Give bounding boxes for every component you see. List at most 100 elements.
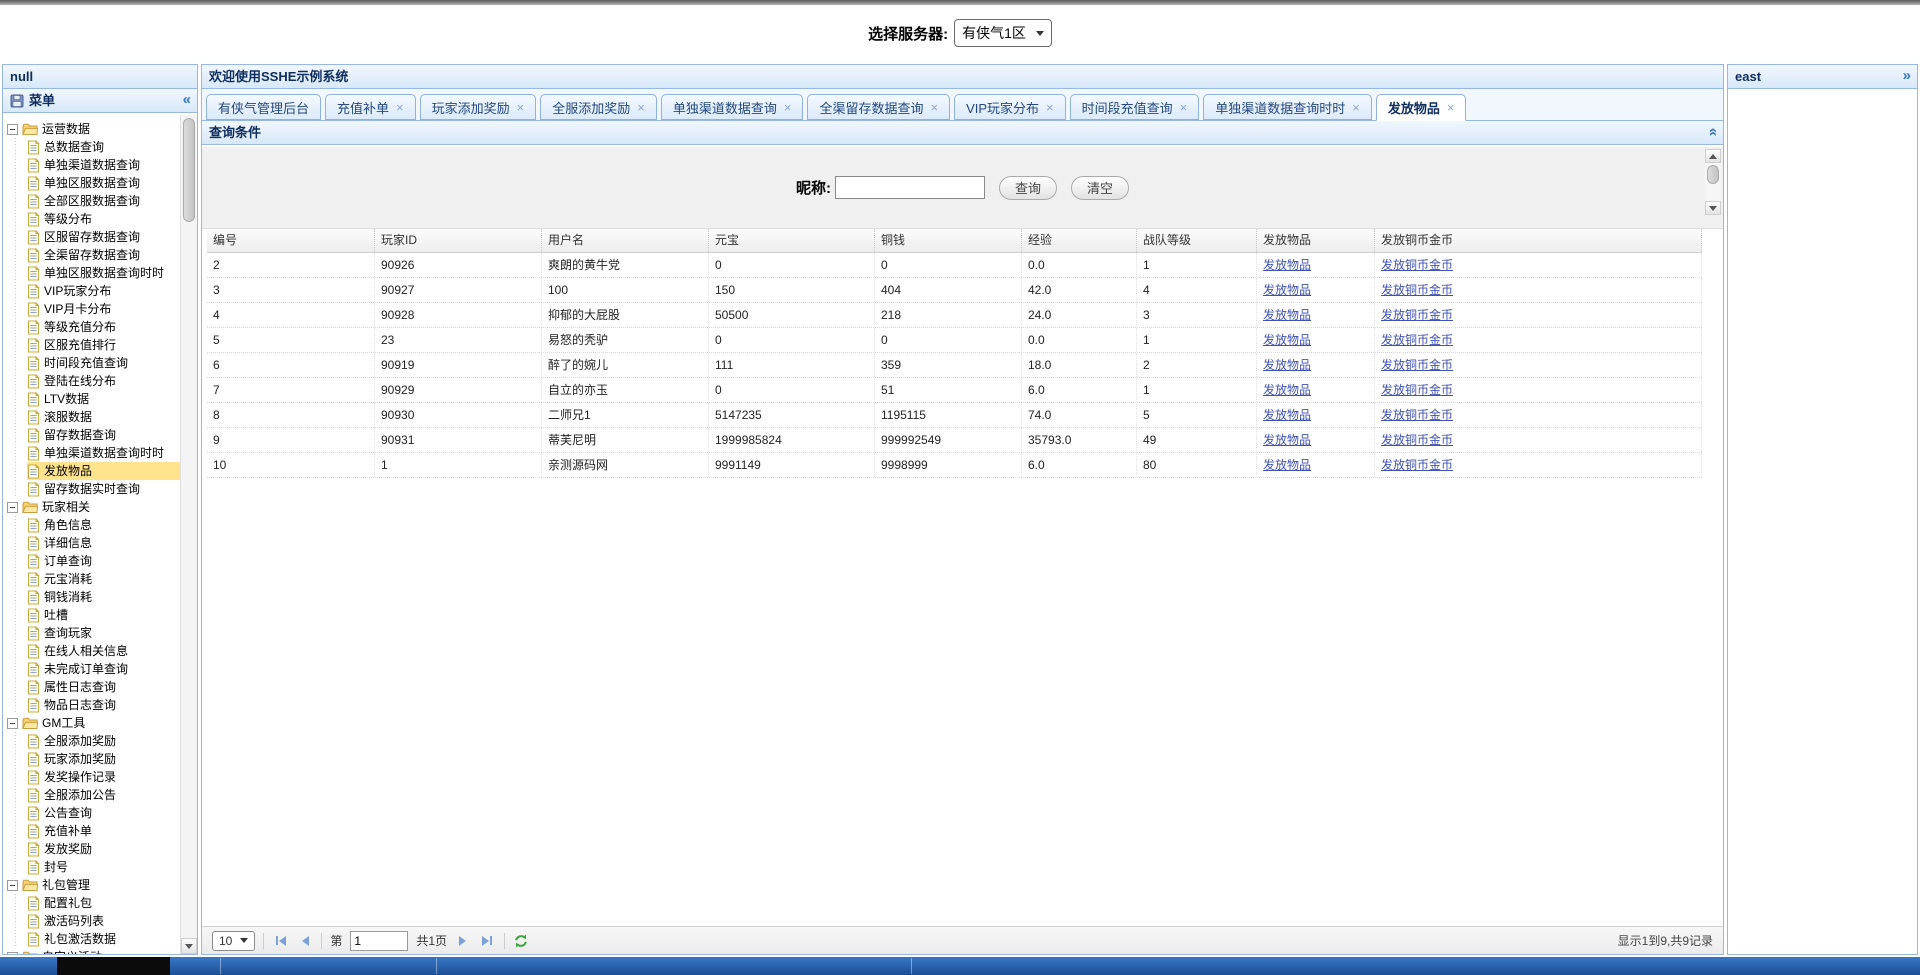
tab-close-icon[interactable]: × [930, 100, 938, 115]
menu-accordion-header[interactable]: 菜单 « [3, 89, 197, 113]
give-coin-link[interactable]: 发放铜币金币 [1381, 433, 1453, 447]
give-item-link[interactable]: 发放物品 [1263, 458, 1311, 472]
table-row[interactable]: 523易怒的秃驴000.01发放物品发放铜币金币 [207, 328, 1702, 353]
tree-item-row[interactable]: 元宝消耗 [27, 570, 180, 588]
tree-item-row[interactable]: 全部区服数据查询 [27, 192, 180, 210]
give-item-link[interactable]: 发放物品 [1263, 433, 1311, 447]
table-row[interactable]: 290926爽朗的黄牛党000.01发放物品发放铜币金币 [207, 253, 1702, 278]
east-collapse-icon[interactable]: » [1903, 65, 1911, 89]
tree-item-row[interactable]: 吐槽 [27, 606, 180, 624]
give-item-link[interactable]: 发放物品 [1263, 308, 1311, 322]
tree-item-row[interactable]: 在线人相关信息 [27, 642, 180, 660]
tree-item-row[interactable]: LTV数据 [27, 390, 180, 408]
tab-单独渠道数据查询[interactable]: 单独渠道数据查询× [661, 94, 804, 120]
give-coin-link[interactable]: 发放铜币金币 [1381, 333, 1453, 347]
tab-单独渠道数据查询时时[interactable]: 单独渠道数据查询时时× [1203, 94, 1372, 120]
page-number-input[interactable] [350, 931, 408, 951]
give-coin-link[interactable]: 发放铜币金币 [1381, 358, 1453, 372]
tree-item-row[interactable]: 留存数据查询 [27, 426, 180, 444]
give-coin-link[interactable]: 发放铜币金币 [1381, 283, 1453, 297]
tab-close-icon[interactable]: × [1046, 100, 1054, 115]
nickname-input[interactable] [835, 176, 985, 199]
page-size-select[interactable]: 10 [212, 931, 255, 951]
tree-item-row[interactable]: 单独区服数据查询 [27, 174, 180, 192]
tree-item-row[interactable]: 发放奖励 [27, 840, 180, 858]
tree-item-row[interactable]: 全渠留存数据查询 [27, 246, 180, 264]
tab-close-icon[interactable]: × [396, 100, 404, 115]
content-scrollbar[interactable] [1705, 149, 1721, 215]
content-scroll-up-button[interactable] [1705, 149, 1721, 163]
tree-item-row[interactable]: 物品日志查询 [27, 696, 180, 714]
search-button[interactable]: 查询 [999, 176, 1057, 200]
tree-item-row[interactable]: 礼包激活数据 [27, 930, 180, 948]
table-row[interactable]: 39092710015040442.04发放物品发放铜币金币 [207, 278, 1702, 303]
tree-item-row[interactable]: 时间段充值查询 [27, 354, 180, 372]
tree-item-row[interactable]: 激活码列表 [27, 912, 180, 930]
tree-item-row[interactable]: 滚服数据 [27, 408, 180, 426]
next-page-button[interactable] [455, 936, 470, 946]
tree-item-row[interactable]: 公告查询 [27, 804, 180, 822]
taskbar[interactable] [0, 957, 1920, 975]
give-coin-link[interactable]: 发放铜币金币 [1381, 258, 1453, 272]
server-select[interactable]: 有侠气1区 [954, 19, 1052, 47]
first-page-button[interactable] [272, 936, 290, 946]
tab-close-icon[interactable]: × [1180, 100, 1188, 115]
table-row[interactable]: 990931蒂芙尼明199998582499999254935793.049发放… [207, 428, 1702, 453]
accordion-collapse-icon[interactable]: « [183, 89, 191, 113]
refresh-button[interactable] [513, 933, 529, 949]
tab-全渠留存数据查询[interactable]: 全渠留存数据查询× [807, 94, 950, 120]
tree-item-row[interactable]: 单独渠道数据查询 [27, 156, 180, 174]
collapse-expander-icon[interactable] [7, 880, 18, 891]
tab-有侠气管理后台[interactable]: 有侠气管理后台 [206, 94, 321, 120]
tree-item-row[interactable]: 留存数据实时查询 [27, 480, 180, 498]
tab-时间段充值查询[interactable]: 时间段充值查询× [1070, 94, 1200, 120]
tree-item-row[interactable]: 单独区服数据查询时时 [27, 264, 180, 282]
give-item-link[interactable]: 发放物品 [1263, 383, 1311, 397]
sidebar-scrollbar-thumb[interactable] [183, 118, 195, 222]
tree-item-row[interactable]: 铜钱消耗 [27, 588, 180, 606]
tree-item-row[interactable]: 全服添加奖励 [27, 732, 180, 750]
tab-玩家添加奖励[interactable]: 玩家添加奖励× [420, 94, 537, 120]
tab-发放物品[interactable]: 发放物品× [1376, 94, 1467, 121]
collapse-expander-icon[interactable] [7, 124, 18, 135]
tree-folder-row[interactable]: 运营数据 [7, 120, 180, 138]
tree-item-row[interactable]: 配置礼包 [27, 894, 180, 912]
tree-folder-row[interactable]: 礼包管理 [7, 876, 180, 894]
tab-close-icon[interactable]: × [517, 100, 525, 115]
taskbar-window-button[interactable] [57, 957, 170, 975]
tree-item-row[interactable]: 等级充值分布 [27, 318, 180, 336]
content-scrollbar-thumb[interactable] [1707, 165, 1719, 184]
content-scroll-down-button[interactable] [1705, 201, 1721, 215]
prev-page-button[interactable] [298, 936, 313, 946]
tree-folder-row[interactable]: GM工具 [7, 714, 180, 732]
tab-close-icon[interactable]: × [784, 100, 792, 115]
tree-item-row[interactable]: 详细信息 [27, 534, 180, 552]
query-collapse-icon[interactable]: « [1709, 121, 1717, 145]
tree-item-row[interactable]: 玩家添加奖励 [27, 750, 180, 768]
tab-全服添加奖励[interactable]: 全服添加奖励× [540, 94, 657, 120]
tree-item-row[interactable]: 属性日志查询 [27, 678, 180, 696]
tree-item-row[interactable]: 发放物品 [27, 462, 180, 480]
give-item-link[interactable]: 发放物品 [1263, 333, 1311, 347]
collapse-expander-icon[interactable] [7, 952, 18, 955]
tree-item-row[interactable]: 总数据查询 [27, 138, 180, 156]
tree-item-row[interactable]: 角色信息 [27, 516, 180, 534]
clear-button[interactable]: 清空 [1071, 176, 1129, 200]
tree-item-row[interactable]: VIP玩家分布 [27, 282, 180, 300]
table-row[interactable]: 490928抑郁的大屁股5050021824.03发放物品发放铜币金币 [207, 303, 1702, 328]
sidebar-scrollbar[interactable] [180, 115, 197, 954]
table-row[interactable]: 790929自立的亦玉0516.01发放物品发放铜币金币 [207, 378, 1702, 403]
give-item-link[interactable]: 发放物品 [1263, 258, 1311, 272]
tree-item-row[interactable]: 区服留存数据查询 [27, 228, 180, 246]
tab-close-icon[interactable]: × [1447, 100, 1455, 115]
tab-close-icon[interactable]: × [637, 100, 645, 115]
tree-item-row[interactable]: 等级分布 [27, 210, 180, 228]
tree-item-row[interactable]: 封号 [27, 858, 180, 876]
give-item-link[interactable]: 发放物品 [1263, 358, 1311, 372]
tree-item-row[interactable]: 订单查询 [27, 552, 180, 570]
tab-VIP玩家分布[interactable]: VIP玩家分布× [954, 94, 1066, 120]
collapse-expander-icon[interactable] [7, 718, 18, 729]
tree-item-row[interactable]: 登陆在线分布 [27, 372, 180, 390]
tree-item-row[interactable]: 全服添加公告 [27, 786, 180, 804]
give-coin-link[interactable]: 发放铜币金币 [1381, 383, 1453, 397]
